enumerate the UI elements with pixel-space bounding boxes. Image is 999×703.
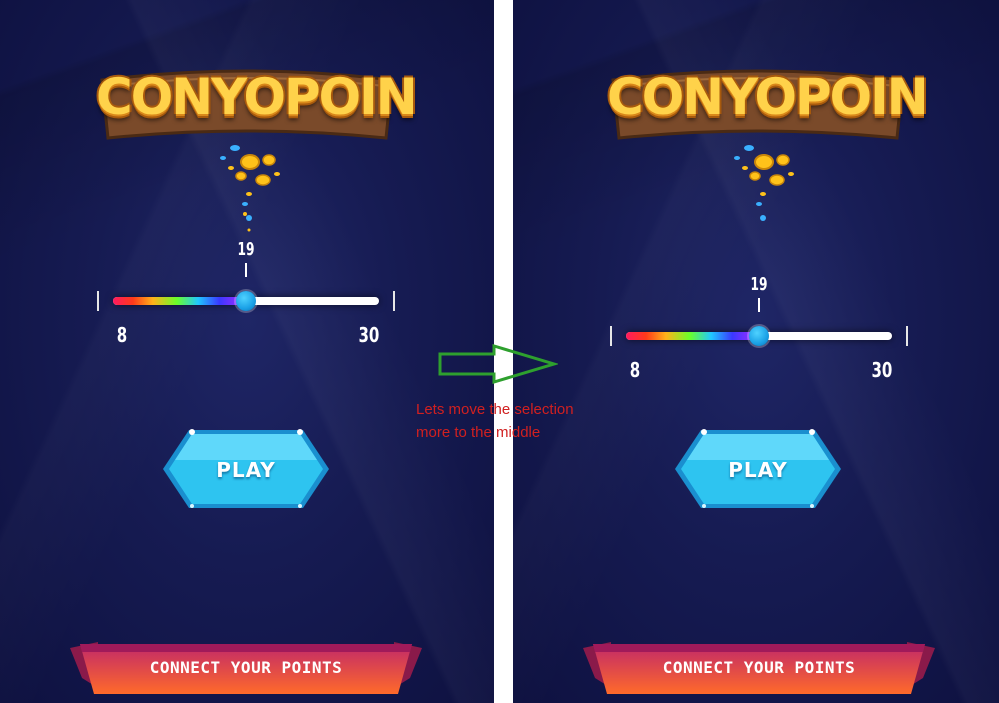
play-button[interactable]: PLAY <box>673 428 843 510</box>
annotation-note-line-1: Lets move the selection <box>416 401 574 418</box>
connect-points-button[interactable]: CONNECT YOUR POINTS <box>68 642 424 698</box>
screen-after: CONYOPOIN 19 8 30 PLAY CONNECT YOUR POIN… <box>513 0 999 703</box>
range-slider[interactable]: 19 8 30 <box>608 270 918 382</box>
connect-points-label: CONNECT YOUR POINTS <box>149 658 343 677</box>
slider-max-label: 30 <box>871 358 893 382</box>
game-logo: CONYOPOIN <box>96 62 418 152</box>
coins-icon <box>205 140 295 235</box>
slider-min-label: 8 <box>629 358 641 382</box>
slider-max-label: 30 <box>358 323 380 347</box>
slider-value-label: 19 <box>237 239 255 260</box>
annotation-note-line-2: more to the middle <box>416 424 541 441</box>
slider-start-bar <box>610 326 612 346</box>
screen-before: CONYOPOIN 19 8 30 PLAY CONNECT YOUR POIN… <box>0 0 494 703</box>
slider-thumb[interactable] <box>749 326 769 346</box>
slider-fill <box>113 297 246 305</box>
logo-text: CONYOPOIN <box>96 68 418 126</box>
slider-value-label: 19 <box>750 274 768 295</box>
slider-end-bar <box>393 291 395 311</box>
range-slider[interactable]: 19 8 30 <box>95 235 405 347</box>
game-logo: CONYOPOIN <box>607 62 929 152</box>
coins-icon <box>719 140 809 235</box>
right-arrow-icon <box>438 343 560 385</box>
logo-text: CONYOPOIN <box>607 68 929 126</box>
play-button[interactable]: PLAY <box>161 428 331 510</box>
connect-points-button[interactable]: CONNECT YOUR POINTS <box>581 642 937 698</box>
slider-value-tick <box>758 298 760 312</box>
annotation-note: Lets move the selection more to the midd… <box>416 398 616 444</box>
slider-fill <box>626 332 759 340</box>
slider-start-bar <box>97 291 99 311</box>
slider-value-tick <box>245 263 247 277</box>
slider-min-label: 8 <box>116 323 128 347</box>
play-button-label: PLAY <box>216 458 276 482</box>
slider-thumb[interactable] <box>236 291 256 311</box>
slider-end-bar <box>906 326 908 346</box>
play-button-label: PLAY <box>728 458 788 482</box>
connect-points-label: CONNECT YOUR POINTS <box>662 658 856 677</box>
